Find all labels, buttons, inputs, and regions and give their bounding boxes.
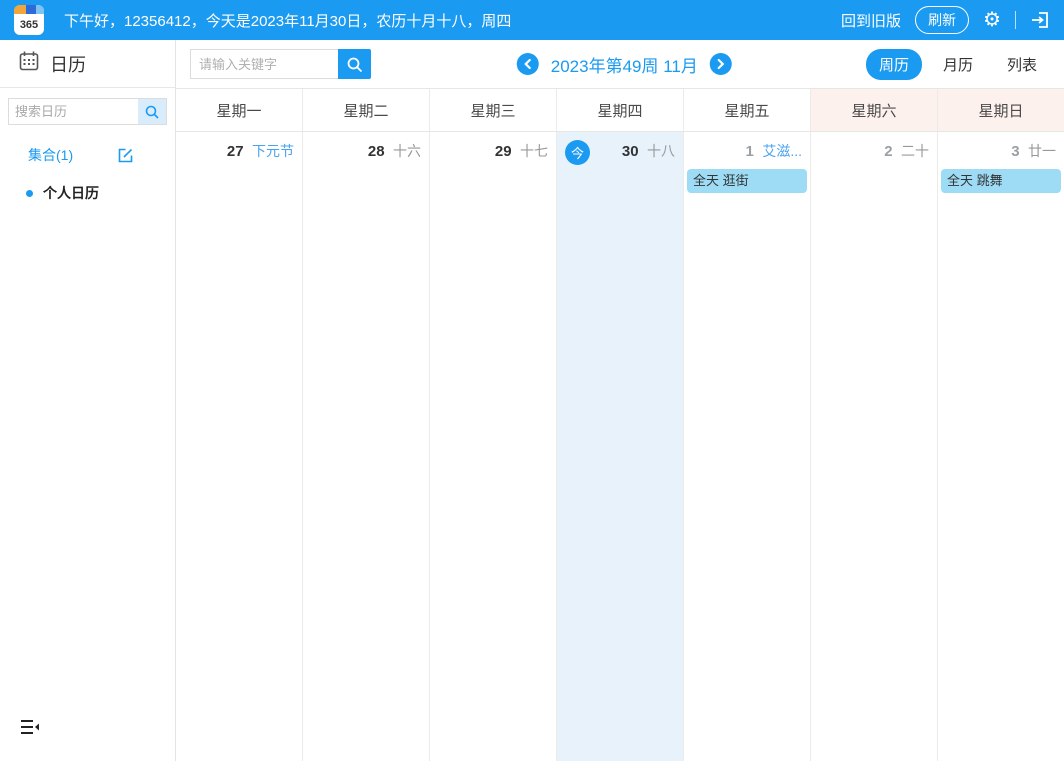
- today-badge: 今: [565, 140, 590, 165]
- sidebar-search-input[interactable]: [9, 99, 138, 124]
- date-line: 2 二十: [811, 132, 937, 164]
- weekday-header-wed: 星期三: [430, 89, 557, 131]
- lunar-label: 二十: [901, 143, 929, 159]
- lunar-label: 廿一: [1028, 143, 1056, 159]
- keyword-search: [190, 49, 371, 79]
- calendar-color-dot: [26, 190, 33, 197]
- logo-color-band: [14, 5, 44, 14]
- day-column-wed[interactable]: 29 十七: [430, 132, 557, 761]
- day-column-sun[interactable]: 3 廿一 全天 跳舞: [938, 132, 1064, 761]
- next-week-button[interactable]: [710, 53, 732, 75]
- main-toolbar: 2023年第49周 11月 周历 月历 列表: [176, 40, 1064, 88]
- topbar: 365 下午好，12356412，今天是2023年11月30日，农历十月十八，周…: [0, 0, 1064, 40]
- lunar-label: 十六: [393, 143, 421, 159]
- date-line: 28 十六: [303, 132, 429, 164]
- logout-icon[interactable]: [1030, 10, 1050, 30]
- weekday-header-mon: 星期一: [176, 89, 303, 131]
- sidebar-title: 日历: [50, 51, 86, 77]
- sidebar-item-personal-calendar[interactable]: 个人日历: [0, 183, 175, 203]
- day-column-sat[interactable]: 2 二十: [811, 132, 938, 761]
- event-shopping[interactable]: 全天 逛街: [687, 169, 807, 193]
- weekday-header-sat: 星期六: [811, 89, 938, 131]
- main-area: 2023年第49周 11月 周历 月历 列表 星期一 星期二 星期三: [176, 40, 1064, 761]
- festival-label: 艾滋...: [762, 143, 802, 159]
- view-tab-list[interactable]: 列表: [994, 49, 1050, 80]
- prev-week-button[interactable]: [517, 53, 539, 75]
- view-tab-month[interactable]: 月历: [930, 49, 986, 80]
- calendar-name: 个人日历: [43, 183, 99, 203]
- day-column-tue[interactable]: 28 十六: [303, 132, 430, 761]
- calendar-app: 365 下午好，12356412，今天是2023年11月30日，农历十月十八，周…: [0, 0, 1064, 761]
- calendar-icon: [18, 50, 40, 77]
- refresh-button[interactable]: 刷新: [915, 6, 969, 34]
- greeting-text: 下午好，12356412，今天是2023年11月30日，农历十月十八，周四: [64, 10, 511, 31]
- keyword-search-button[interactable]: [338, 49, 371, 79]
- festival-label: 下元节: [252, 143, 294, 159]
- calendar-group-row: 集合(1): [0, 145, 175, 165]
- topbar-actions: 回到旧版 刷新 ⚙: [841, 6, 1050, 34]
- event-dancing[interactable]: 全天 跳舞: [941, 169, 1061, 193]
- view-switcher: 周历 月历 列表: [866, 49, 1050, 80]
- lunar-label: 十八: [647, 143, 675, 159]
- day-number: 3: [1011, 143, 1019, 160]
- edit-icon[interactable]: [117, 147, 134, 164]
- day-number: 2: [884, 143, 892, 160]
- day-number: 30: [622, 143, 639, 160]
- date-line: 3 廿一: [938, 132, 1064, 164]
- back-to-old-version-link[interactable]: 回到旧版: [841, 10, 901, 31]
- day-number: 28: [368, 143, 385, 160]
- gear-icon[interactable]: ⚙: [983, 10, 1001, 30]
- sidebar-search: [8, 98, 167, 125]
- weekday-header-thu: 星期四: [557, 89, 684, 131]
- sidebar-search-button[interactable]: [138, 99, 166, 124]
- day-column-thu-today[interactable]: 今 30 十八: [557, 132, 684, 761]
- date-line: 1 艾滋...: [684, 132, 810, 164]
- weekday-header-fri: 星期五: [684, 89, 811, 131]
- topbar-divider: [1015, 11, 1016, 29]
- weekday-header-tue: 星期二: [303, 89, 430, 131]
- sidebar: 日历 集合(1): [0, 40, 176, 761]
- collection-link[interactable]: 集合(1): [28, 145, 73, 165]
- date-line: 29 十七: [430, 132, 556, 164]
- day-number: 1: [746, 143, 754, 160]
- keyword-search-input[interactable]: [190, 49, 338, 79]
- day-number: 29: [495, 143, 512, 160]
- logo-365-label: 365: [14, 14, 44, 35]
- week-label[interactable]: 2023年第49周 11月: [551, 52, 698, 77]
- content-area: 日历 集合(1): [0, 40, 1064, 761]
- sidebar-header: 日历: [0, 40, 175, 88]
- view-tab-week[interactable]: 周历: [866, 49, 922, 80]
- collapse-sidebar-icon[interactable]: [20, 719, 40, 735]
- date-line: 27 下元节: [176, 132, 302, 164]
- day-number: 27: [227, 143, 244, 160]
- app-365-logo-icon[interactable]: 365: [14, 5, 44, 35]
- weekday-header-sun: 星期日: [938, 89, 1064, 131]
- day-column-fri[interactable]: 1 艾滋... 全天 逛街: [684, 132, 811, 761]
- week-navigator: 2023年第49周 11月: [517, 52, 732, 77]
- week-grid: 27 下元节 28 十六 29 十七: [176, 132, 1064, 761]
- day-column-mon[interactable]: 27 下元节: [176, 132, 303, 761]
- lunar-label: 十七: [520, 143, 548, 159]
- weekday-header-row: 星期一 星期二 星期三 星期四 星期五 星期六 星期日: [176, 88, 1064, 132]
